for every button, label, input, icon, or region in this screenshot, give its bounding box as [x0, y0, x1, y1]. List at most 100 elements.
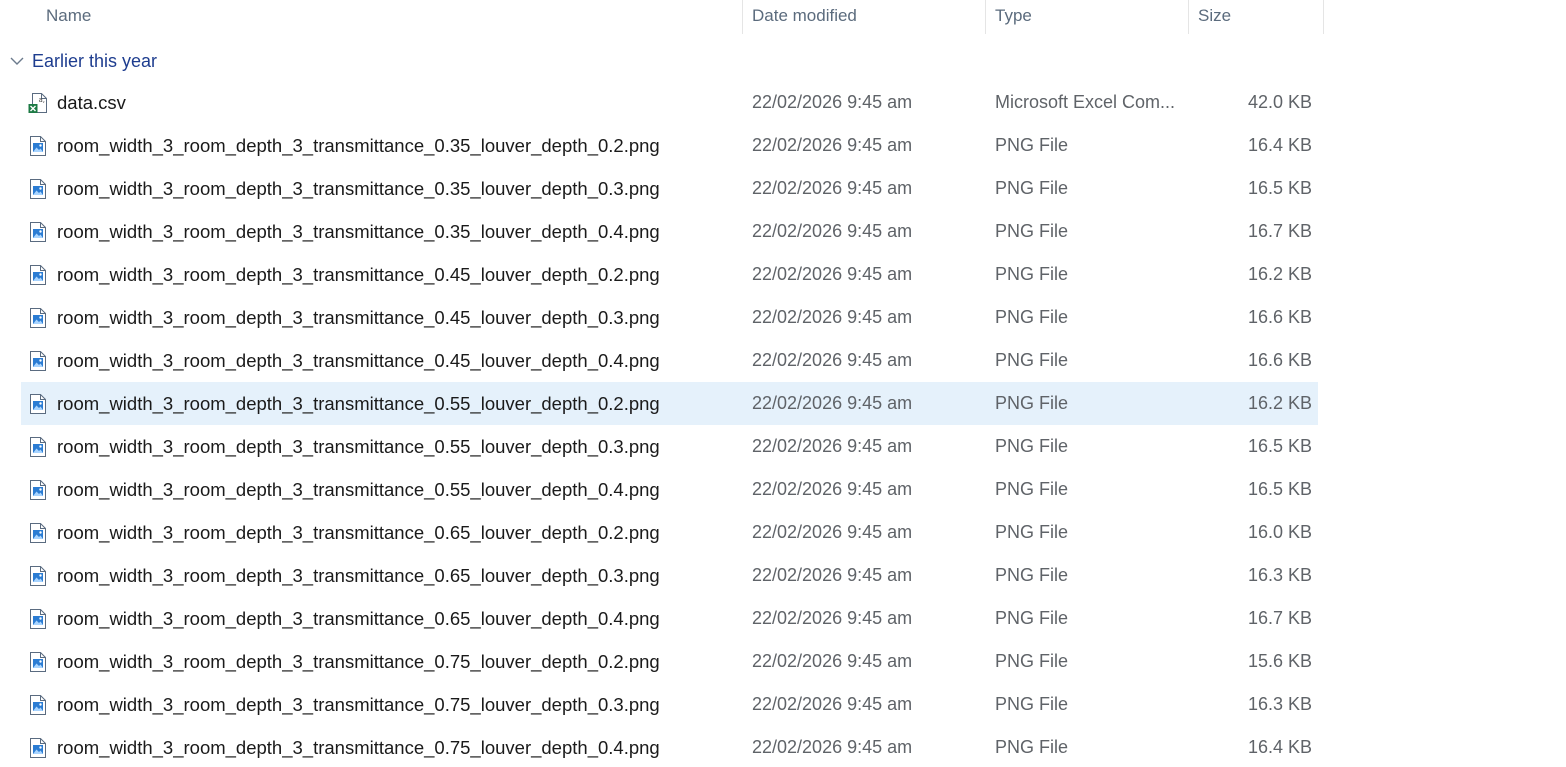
column-divider[interactable] [1323, 0, 1324, 34]
file-type: PNG File [995, 393, 1069, 413]
png-file-icon [28, 608, 48, 630]
file-explorer-details-view: Name Date modified Type Size Earlier thi… [0, 0, 1566, 767]
file-row[interactable]: room_width_3_room_depth_3_transmittance_… [21, 167, 1318, 210]
file-size: 16.5 KB [1247, 479, 1312, 499]
png-file-icon [28, 436, 48, 458]
file-type: PNG File [995, 737, 1069, 757]
svg-text:a,: a, [39, 96, 46, 104]
file-name: room_width_3_room_depth_3_transmittance_… [57, 264, 660, 285]
file-size: 16.0 KB [1247, 522, 1312, 542]
file-row[interactable]: room_width_3_room_depth_3_transmittance_… [21, 554, 1318, 597]
file-row[interactable]: a, data.csv 22/02/2026 9:45 am Microsoft Ex… [21, 81, 1318, 124]
png-file-icon [28, 694, 48, 716]
file-size: 16.3 KB [1247, 694, 1312, 714]
file-name: room_width_3_room_depth_3_transmittance_… [57, 565, 660, 586]
file-row[interactable]: room_width_3_room_depth_3_transmittance_… [21, 296, 1318, 339]
file-type: PNG File [995, 694, 1069, 714]
column-divider[interactable] [742, 0, 743, 34]
file-row[interactable]: room_width_3_room_depth_3_transmittance_… [21, 425, 1318, 468]
file-type: PNG File [995, 522, 1069, 542]
file-row[interactable]: room_width_3_room_depth_3_transmittance_… [21, 124, 1318, 167]
file-name: room_width_3_room_depth_3_transmittance_… [57, 608, 660, 629]
file-row[interactable]: room_width_3_room_depth_3_transmittance_… [21, 511, 1318, 554]
file-type: PNG File [995, 436, 1069, 456]
file-size: 15.6 KB [1247, 651, 1312, 671]
column-header-size[interactable]: Size [1198, 0, 1324, 34]
file-date-modified: 22/02/2026 9:45 am [752, 737, 913, 757]
file-type: PNG File [995, 565, 1069, 585]
file-row[interactable]: room_width_3_room_depth_3_transmittance_… [21, 726, 1318, 767]
file-date-modified: 22/02/2026 9:45 am [752, 307, 913, 327]
file-date-modified: 22/02/2026 9:45 am [752, 651, 913, 671]
file-name: room_width_3_room_depth_3_transmittance_… [57, 221, 660, 242]
file-name: data.csv [57, 92, 126, 113]
file-name: room_width_3_room_depth_3_transmittance_… [57, 694, 660, 715]
file-row[interactable]: room_width_3_room_depth_3_transmittance_… [21, 382, 1318, 425]
file-date-modified: 22/02/2026 9:45 am [752, 694, 913, 714]
file-size: 16.6 KB [1247, 307, 1312, 327]
file-size: 16.2 KB [1247, 393, 1312, 413]
png-file-icon [28, 264, 48, 286]
file-name: room_width_3_room_depth_3_transmittance_… [57, 479, 660, 500]
file-size: 16.4 KB [1247, 135, 1312, 155]
file-type: PNG File [995, 221, 1069, 241]
file-name: room_width_3_room_depth_3_transmittance_… [57, 307, 660, 328]
file-name: room_width_3_room_depth_3_transmittance_… [57, 737, 660, 758]
file-list: a, data.csv 22/02/2026 9:45 am Microsoft Ex… [21, 81, 1318, 767]
file-type: PNG File [995, 608, 1069, 628]
file-name: room_width_3_room_depth_3_transmittance_… [57, 522, 660, 543]
column-divider[interactable] [1188, 0, 1189, 34]
file-type: PNG File [995, 264, 1069, 284]
file-row[interactable]: room_width_3_room_depth_3_transmittance_… [21, 253, 1318, 296]
file-type: PNG File [995, 350, 1069, 370]
png-file-icon [28, 393, 48, 415]
file-type: PNG File [995, 135, 1069, 155]
file-name: room_width_3_room_depth_3_transmittance_… [57, 393, 660, 414]
file-date-modified: 22/02/2026 9:45 am [752, 264, 913, 284]
file-date-modified: 22/02/2026 9:45 am [752, 608, 913, 628]
file-row[interactable]: room_width_3_room_depth_3_transmittance_… [21, 683, 1318, 726]
file-date-modified: 22/02/2026 9:45 am [752, 522, 913, 542]
chevron-down-icon [10, 57, 24, 65]
file-row[interactable]: room_width_3_room_depth_3_transmittance_… [21, 468, 1318, 511]
png-file-icon [28, 307, 48, 329]
png-file-icon [28, 565, 48, 587]
png-file-icon [28, 651, 48, 673]
file-type: PNG File [995, 651, 1069, 671]
file-row[interactable]: room_width_3_room_depth_3_transmittance_… [21, 597, 1318, 640]
png-file-icon [28, 178, 48, 200]
png-file-icon [28, 737, 48, 759]
file-date-modified: 22/02/2026 9:45 am [752, 92, 913, 112]
excel-csv-icon: a, [28, 92, 48, 114]
png-file-icon [28, 522, 48, 544]
file-date-modified: 22/02/2026 9:45 am [752, 393, 913, 413]
file-row[interactable]: room_width_3_room_depth_3_transmittance_… [21, 210, 1318, 253]
file-name: room_width_3_room_depth_3_transmittance_… [57, 350, 660, 371]
group-header-earlier-this-year[interactable]: Earlier this year [8, 44, 157, 78]
file-row[interactable]: room_width_3_room_depth_3_transmittance_… [21, 640, 1318, 683]
file-size: 16.2 KB [1247, 264, 1312, 284]
file-date-modified: 22/02/2026 9:45 am [752, 436, 913, 456]
file-size: 16.4 KB [1247, 737, 1312, 757]
column-header-bar: Name Date modified Type Size [0, 0, 1324, 34]
column-header-type[interactable]: Type [995, 0, 1189, 34]
file-type: Microsoft Excel Com... [995, 92, 1176, 112]
file-date-modified: 22/02/2026 9:45 am [752, 178, 913, 198]
file-type: PNG File [995, 307, 1069, 327]
column-header-date-modified[interactable]: Date modified [752, 0, 986, 34]
file-type: PNG File [995, 178, 1069, 198]
file-date-modified: 22/02/2026 9:45 am [752, 350, 913, 370]
file-size: 16.3 KB [1247, 565, 1312, 585]
file-size: 16.5 KB [1247, 436, 1312, 456]
column-divider[interactable] [985, 0, 986, 34]
png-file-icon [28, 479, 48, 501]
file-name: room_width_3_room_depth_3_transmittance_… [57, 436, 660, 457]
file-size: 16.7 KB [1247, 608, 1312, 628]
file-date-modified: 22/02/2026 9:45 am [752, 135, 913, 155]
png-file-icon [28, 221, 48, 243]
file-row[interactable]: room_width_3_room_depth_3_transmittance_… [21, 339, 1318, 382]
file-size: 16.5 KB [1247, 178, 1312, 198]
column-header-name[interactable]: Name [46, 0, 742, 34]
file-name: room_width_3_room_depth_3_transmittance_… [57, 178, 660, 199]
file-size: 16.7 KB [1247, 221, 1312, 241]
